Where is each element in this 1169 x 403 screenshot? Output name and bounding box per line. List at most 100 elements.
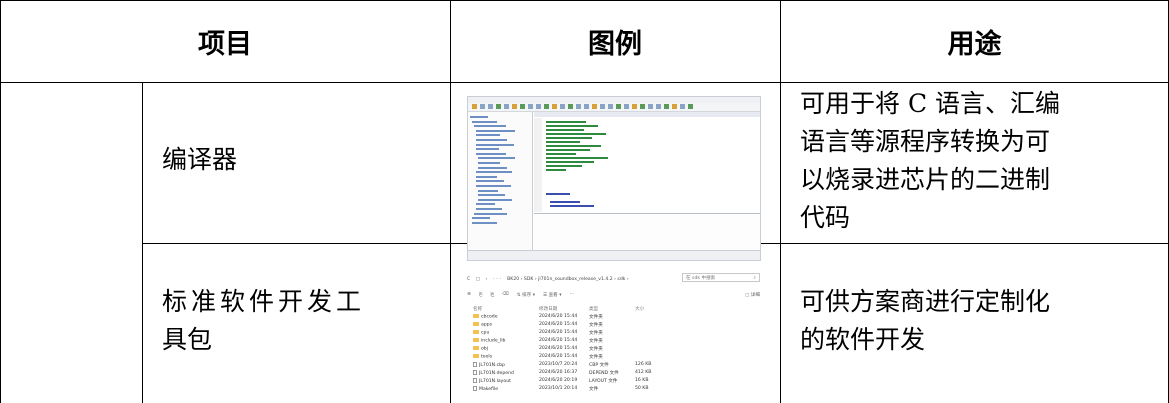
ide-tree-node xyxy=(474,125,506,128)
explorer-column-headers: 名称 修改日期 类型 大小 xyxy=(473,306,760,312)
compiler-ide-screenshot xyxy=(467,96,761,261)
explorer-file-row: JL701N.depend 2024/6/20 16:37 DEPEND 文件 412… xyxy=(473,370,760,378)
ide-code-line xyxy=(546,121,586,123)
row2-item-line: 标准软件开发工 xyxy=(162,287,366,316)
ide-toolbar-icon xyxy=(576,104,581,109)
ide-toolbar-icon xyxy=(552,104,557,109)
file-type: DEPEND 文件 xyxy=(589,371,619,376)
ide-toolbar-icon xyxy=(584,104,589,109)
explorer-file-row: JL701N.layout 2024/6/20 20:19 LAYOUT 文件 16 … xyxy=(473,378,760,386)
ide-code-line xyxy=(546,149,590,151)
file-name: include_lib xyxy=(473,338,505,344)
ide-toolbar-icon xyxy=(512,104,517,109)
file-type: 文件 xyxy=(589,387,599,392)
ide-tree-node xyxy=(476,185,511,187)
file-name: cbcode xyxy=(473,314,498,320)
ide-tree-node xyxy=(476,129,515,132)
file-icon xyxy=(473,386,477,391)
ide-toolbar-icon xyxy=(488,104,493,109)
row2-item-line: 具包 xyxy=(162,325,213,354)
ide-code-line xyxy=(546,169,566,171)
explorer-file-row: cpu 2024/6/20 15:44 文件夹 xyxy=(473,330,760,338)
search-icon: ⌕ xyxy=(753,275,756,281)
file-date: 2024/6/20 15:44 xyxy=(539,330,578,335)
explorer-file-row: tools 2024/6/20 15:44 文件夹 xyxy=(473,354,760,362)
file-type: 文件夹 xyxy=(589,315,603,320)
ide-toolbar-icon xyxy=(656,104,661,109)
file-date: 2024/6/20 15:44 xyxy=(539,338,578,343)
ide-tree-node xyxy=(478,162,500,164)
file-type: 文件夹 xyxy=(589,347,603,352)
ide-code-line xyxy=(546,125,598,127)
ide-toolbar-icon xyxy=(496,104,501,109)
row1-usage-line: 代码 xyxy=(800,203,851,232)
ide-code-line xyxy=(546,165,582,167)
ide-toolbar-icon xyxy=(688,104,693,109)
ide-line-gutter xyxy=(534,118,542,212)
file-name: obj xyxy=(473,346,488,352)
folder-icon xyxy=(473,314,479,318)
row2-usage-line: 的软件开发 xyxy=(800,325,926,354)
file-date: 2023/10/7 20:24 xyxy=(539,362,578,367)
explorer-breadcrumb: BK20 › SDK › jl701n_soundbox_release_v1.… xyxy=(507,276,629,282)
ide-code-line xyxy=(546,145,601,147)
ide-toolbar-icon xyxy=(624,104,629,109)
file-icon xyxy=(473,370,477,375)
file-date: 2024/6/20 15:44 xyxy=(539,314,578,319)
file-name: cpu xyxy=(473,330,489,336)
ide-tree-node xyxy=(472,217,490,220)
row1-usage-line: 语言等源程序转换为可 xyxy=(800,127,1051,156)
file-name: apps xyxy=(473,322,492,328)
ide-tree-node xyxy=(478,166,507,169)
header-item: 项目 xyxy=(198,28,252,60)
ide-tree-node xyxy=(476,203,495,206)
ide-code-line xyxy=(546,153,576,155)
ide-editor-tabs xyxy=(534,112,760,117)
ide-toolbar-icon xyxy=(616,104,621,109)
ide-tree-node xyxy=(472,221,497,224)
file-size: 126 KB xyxy=(635,362,652,367)
ide-toolbar-icon xyxy=(528,104,533,109)
ide-code-line xyxy=(550,201,580,203)
ide-tree-node xyxy=(476,180,504,183)
ide-tree-node xyxy=(476,139,507,141)
details-pane-toggle: ▢ 详细 xyxy=(745,292,760,298)
ide-tree-node xyxy=(476,175,497,178)
ide-code-line xyxy=(546,141,580,143)
explorer-search-placeholder: 在 sdk 中搜索 xyxy=(686,275,716,281)
ide-toolbar-icon xyxy=(648,104,653,109)
explorer-file-row: include_lib 2024/6/20 15:44 文件夹 xyxy=(473,338,760,346)
ide-toolbar-icon xyxy=(504,104,509,109)
ide-toolbar-icon xyxy=(664,104,669,109)
file-date: 2024/6/20 20:19 xyxy=(539,378,578,383)
view-menu: ☰ 查看 ▾ xyxy=(543,292,562,298)
col-date: 修改日期 xyxy=(539,307,558,312)
explorer-file-row: obj 2024/6/20 15:44 文件夹 xyxy=(473,346,760,354)
ide-code-editor xyxy=(534,112,760,212)
file-type: CBP 文件 xyxy=(589,363,609,368)
ide-toolbar-icon xyxy=(560,104,565,109)
ide-tree-node xyxy=(476,148,499,151)
ide-tree-node xyxy=(478,157,515,160)
ide-code-line xyxy=(546,193,570,195)
ide-toolbar-icon xyxy=(680,104,685,109)
ide-toolbar-icon xyxy=(536,104,541,109)
file-size: 412 KB xyxy=(635,370,652,375)
file-date: 2023/10/1 20:14 xyxy=(539,386,578,391)
explorer-file-row: cbcode 2024/6/20 15:44 文件夹 xyxy=(473,314,760,322)
file-name: JL701N.depend xyxy=(473,370,514,376)
ide-build-log xyxy=(534,213,760,250)
ide-toolbar-icon xyxy=(592,104,597,109)
ide-tree-node xyxy=(472,120,497,123)
file-type: 文件夹 xyxy=(589,339,603,344)
ide-tree-node xyxy=(476,208,502,210)
file-date: 2024/6/20 15:44 xyxy=(539,322,578,327)
file-size: 16 KB xyxy=(635,378,649,383)
folder-icon xyxy=(473,322,479,326)
file-type: 文件夹 xyxy=(589,323,603,328)
ide-project-tree xyxy=(468,112,533,250)
ide-toolbar-icon xyxy=(544,104,549,109)
more-icon: ··· xyxy=(569,292,574,297)
col-name: 名称 xyxy=(473,307,483,312)
header-example: 图例 xyxy=(588,28,642,60)
